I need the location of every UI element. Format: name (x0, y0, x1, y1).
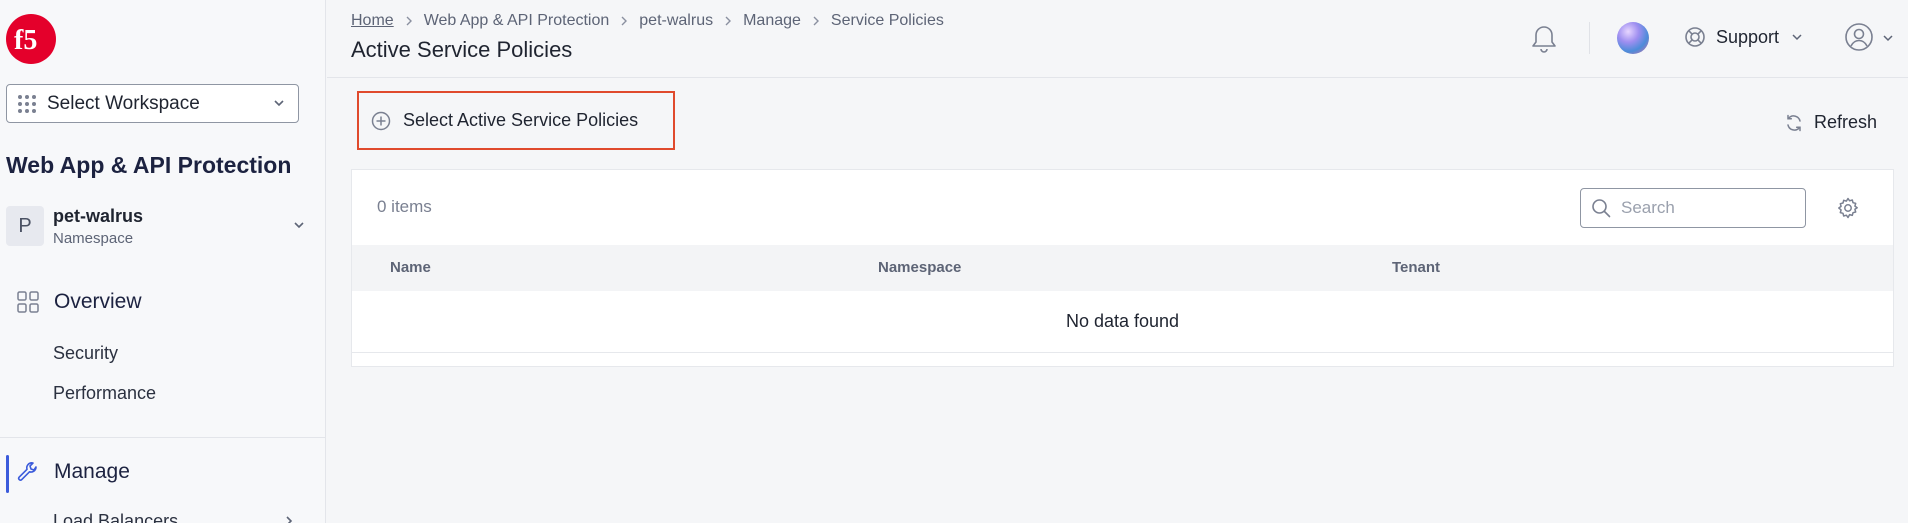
column-header-name[interactable]: Name (390, 259, 431, 276)
grid-dots-icon (18, 94, 36, 113)
service-policies-table: 0 items Name Namespace Tenant No data fo… (351, 169, 1894, 367)
top-header: Home Web App & API Protection pet-walrus… (327, 0, 1908, 78)
refresh-button[interactable]: Refresh (1784, 112, 1877, 133)
lifebuoy-icon (1685, 27, 1705, 47)
column-header-namespace[interactable]: Namespace (878, 259, 961, 276)
workspace-select[interactable]: Select Workspace (6, 84, 299, 123)
items-count: 0 items (377, 197, 432, 216)
sidebar: f5 Select Workspace Web App & API Protec… (0, 0, 326, 523)
breadcrumb-item[interactable]: Web App & API Protection (424, 12, 610, 30)
refresh-icon (1787, 114, 1801, 131)
chevron-right-icon (286, 516, 293, 523)
gear-icon[interactable] (1836, 196, 1860, 220)
chevron-down-icon (294, 222, 304, 229)
search-input[interactable] (1621, 198, 1791, 218)
bell-icon[interactable] (1529, 23, 1559, 55)
select-active-service-policies-button[interactable]: Select Active Service Policies (357, 91, 675, 150)
sidebar-item-label: Manage (54, 460, 130, 483)
chevron-right-icon (406, 16, 412, 26)
sidebar-item-load-balancers[interactable]: Load Balancers (53, 511, 178, 523)
plus-circle-icon (371, 111, 391, 130)
workspace-select-label: Select Workspace (47, 92, 200, 114)
header-divider (1589, 22, 1590, 54)
search-icon (1592, 199, 1611, 218)
namespace-selector[interactable]: P pet-walrus Namespace (6, 206, 306, 250)
f5-logo-icon[interactable]: f5 (4, 12, 58, 66)
refresh-label: Refresh (1814, 112, 1878, 132)
namespace-type: Namespace (53, 230, 134, 247)
user-avatar-icon[interactable] (1844, 22, 1874, 52)
breadcrumb-current: Service Policies (830, 12, 944, 29)
breadcrumb-item[interactable]: Manage (743, 12, 801, 30)
breadcrumb: Home Web App & API Protection pet-walrus… (351, 12, 944, 30)
namespace-avatar: P (6, 206, 44, 246)
sidebar-item-label: Overview (54, 290, 142, 313)
active-nav-indicator (6, 455, 9, 493)
chevron-right-icon (725, 16, 732, 26)
ai-assistant-orb-icon[interactable] (1617, 22, 1649, 54)
sidebar-item-manage[interactable]: Manage (16, 460, 130, 484)
chevron-down-icon (274, 100, 284, 107)
chevron-right-icon (813, 16, 819, 26)
sidebar-item-security[interactable]: Security (53, 343, 118, 364)
select-button-label: Select Active Service Policies (403, 110, 639, 130)
chevron-right-icon (621, 16, 628, 26)
search-field[interactable] (1580, 188, 1806, 228)
chevron-down-icon[interactable] (1882, 32, 1894, 44)
support-label: Support (1716, 26, 1780, 47)
namespace-name: pet-walrus (53, 206, 144, 226)
page-title: Active Service Policies (351, 37, 573, 62)
breadcrumb-item[interactable]: pet-walrus (639, 12, 713, 30)
support-menu[interactable]: Support (1684, 26, 1803, 48)
chevron-down-icon (1792, 34, 1802, 41)
svg-text:f5: f5 (14, 25, 37, 56)
table-header: Name Namespace Tenant (352, 245, 1893, 291)
sidebar-divider (0, 437, 325, 438)
app-title: Web App & API Protection (6, 152, 292, 178)
sidebar-item-overview[interactable]: Overview (16, 290, 142, 314)
empty-state-message: No data found (352, 291, 1893, 353)
breadcrumb-home[interactable]: Home (351, 12, 394, 30)
wrench-icon (17, 462, 37, 481)
column-header-tenant[interactable]: Tenant (1392, 259, 1440, 276)
sidebar-item-performance[interactable]: Performance (53, 383, 156, 404)
dashboard-grid-icon (17, 291, 39, 313)
